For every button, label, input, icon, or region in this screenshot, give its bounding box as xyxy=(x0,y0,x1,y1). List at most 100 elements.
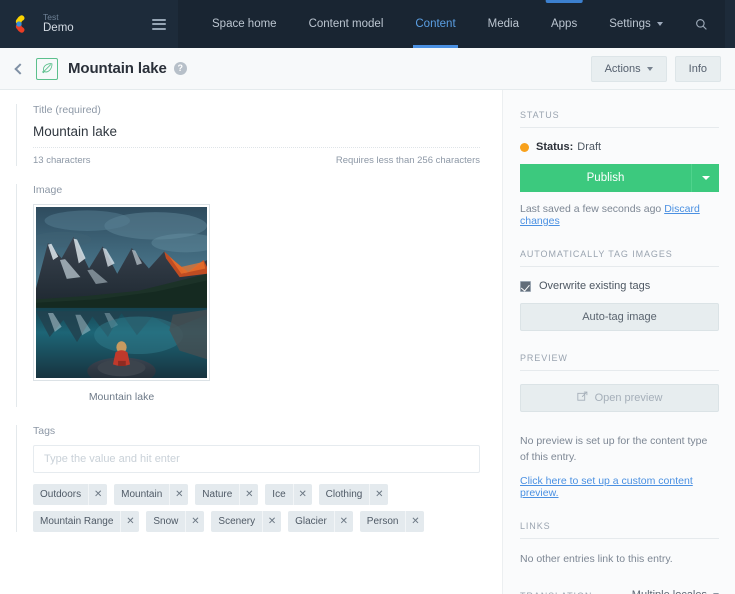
open-preview-button[interactable]: Open preview xyxy=(520,384,719,412)
close-icon[interactable]: ✕ xyxy=(169,484,188,505)
tag-chip[interactable]: Mountain ✕ xyxy=(114,484,189,505)
nav-item-content[interactable]: Content xyxy=(399,0,471,48)
field-image: Image Mountain lake xyxy=(16,184,480,407)
preview-note: No preview is set up for the content typ… xyxy=(520,435,708,463)
heading-label: PREVIEW xyxy=(520,353,568,363)
hamburger-menu-icon[interactable] xyxy=(152,18,166,30)
title-helper-row: 13 characters Requires less than 256 cha… xyxy=(33,155,480,166)
image-thumbnail-wrapper: Mountain lake xyxy=(33,204,480,407)
status-dot-icon xyxy=(520,142,529,152)
overwrite-tags-row[interactable]: Overwrite existing tags xyxy=(520,280,719,292)
heading-label: AUTOMATICALLY TAG IMAGES xyxy=(520,249,673,259)
open-preview-label: Open preview xyxy=(594,392,663,404)
tag-chip[interactable]: Glacier ✕ xyxy=(288,511,353,532)
chevron-down-icon xyxy=(701,176,710,180)
nav-label: Space home xyxy=(212,18,277,30)
tag-label: Ice xyxy=(272,489,286,500)
last-saved-row: Last saved a few seconds ago Discard cha… xyxy=(520,203,719,227)
sidebar-heading-preview: PREVIEW xyxy=(520,353,719,371)
nav-label: Apps xyxy=(550,18,578,30)
tag-chip[interactable]: Nature ✕ xyxy=(195,484,259,505)
field-tags: Tags Outdoors ✕ Mountain ✕ Nature ✕ Ice … xyxy=(16,425,480,532)
close-icon[interactable]: ✕ xyxy=(405,511,424,532)
tag-chip[interactable]: Clothing ✕ xyxy=(318,484,389,505)
tag-chip[interactable]: Outdoors ✕ xyxy=(33,484,108,505)
locales-selector-label: Multiple locales xyxy=(632,589,707,594)
nav-item-media[interactable]: Media xyxy=(472,0,535,48)
setup-preview-link[interactable]: Click here to set up a custom content pr… xyxy=(520,475,693,499)
nav-label: Media xyxy=(487,18,519,30)
sidebar-heading-links: LINKS xyxy=(520,521,719,539)
tag-label: Outdoors xyxy=(40,489,82,500)
close-icon[interactable]: ✕ xyxy=(333,511,353,532)
tag-chip[interactable]: Snow ✕ xyxy=(146,511,205,532)
chevron-down-icon xyxy=(646,66,653,71)
entry-editor-main: Title (required) Mountain lake 13 charac… xyxy=(0,90,502,594)
nav-item-apps[interactable]: ALPHA Apps xyxy=(535,0,593,48)
links-note: No other entries link to this entry. xyxy=(520,552,673,565)
field-title: Title (required) Mountain lake 13 charac… xyxy=(16,104,480,166)
question-mark-icon[interactable]: ? xyxy=(173,62,187,75)
status-value: Draft xyxy=(577,141,602,153)
tag-list: Outdoors ✕ Mountain ✕ Nature ✕ Ice ✕ Clo… xyxy=(33,484,480,532)
tag-chip[interactable]: Scenery ✕ xyxy=(211,511,282,532)
tag-label: Clothing xyxy=(325,489,363,500)
mountain-lake-photo[interactable] xyxy=(33,204,210,381)
search-icon[interactable] xyxy=(679,0,725,48)
heading-label: STATUS xyxy=(520,110,560,120)
sidebar-heading-status: STATUS xyxy=(520,110,719,128)
nav-label: Settings xyxy=(609,18,651,30)
locales-selector[interactable]: Multiple locales xyxy=(632,589,719,594)
publish-dropdown-button[interactable] xyxy=(691,164,719,192)
heading-label: LINKS xyxy=(520,520,551,531)
close-icon[interactable]: ✕ xyxy=(292,484,312,505)
tag-chip[interactable]: Person ✕ xyxy=(359,511,425,532)
close-icon[interactable]: ✕ xyxy=(239,484,258,505)
contentful-logo-icon xyxy=(14,14,34,34)
info-button[interactable]: Info xyxy=(674,55,721,82)
info-label: Info xyxy=(688,62,707,75)
actions-button[interactable]: Actions xyxy=(590,55,667,82)
nav-item-settings[interactable]: Settings xyxy=(593,0,679,48)
title-input[interactable]: Mountain lake xyxy=(33,124,480,148)
user-menu-button[interactable] xyxy=(724,0,735,48)
entry-sub-header: Mountain lake ? Actions Info xyxy=(0,48,735,90)
top-navigation-bar: Test Demo Space home Content model Conte… xyxy=(0,0,735,48)
tags-input[interactable] xyxy=(33,445,480,473)
entry-sidebar: STATUS Status: Draft Publish Last saved … xyxy=(502,90,735,594)
chevron-left-icon xyxy=(13,62,26,75)
character-hint: Requires less than 256 characters xyxy=(335,155,480,166)
external-link-icon xyxy=(576,391,588,405)
nav-item-content-model[interactable]: Content model xyxy=(293,0,400,48)
back-button[interactable] xyxy=(0,48,36,90)
tag-label: Scenery xyxy=(218,516,256,527)
alpha-badge: ALPHA xyxy=(545,0,583,3)
tag-label: Mountain xyxy=(121,489,163,500)
close-icon[interactable]: ✕ xyxy=(88,484,107,505)
page-title: Mountain lake xyxy=(68,60,167,77)
image-caption: Mountain lake xyxy=(88,391,155,403)
tag-chip[interactable]: Mountain Range ✕ xyxy=(33,511,140,532)
auto-tag-image-button[interactable]: Auto-tag image xyxy=(520,303,719,331)
feather-entry-icon xyxy=(36,57,58,80)
character-count: 13 characters xyxy=(33,155,91,166)
nav-item-space-home[interactable]: Space home xyxy=(196,0,293,48)
tag-label: Person xyxy=(366,516,399,527)
status-prefix: Status: xyxy=(536,141,574,153)
close-icon[interactable]: ✕ xyxy=(185,511,204,532)
publish-button[interactable]: Publish xyxy=(520,164,691,192)
close-icon[interactable]: ✕ xyxy=(262,511,281,532)
actions-label: Actions xyxy=(604,62,641,75)
close-icon[interactable]: ✕ xyxy=(120,511,139,532)
last-saved-text: Last saved a few seconds ago xyxy=(520,203,662,215)
overwrite-tags-checkbox[interactable] xyxy=(520,280,531,292)
overwrite-tags-label: Overwrite existing tags xyxy=(539,280,651,292)
nav-label: Content model xyxy=(308,18,384,30)
nav-label: Content xyxy=(415,18,456,30)
field-label-image: Image xyxy=(33,184,63,196)
tag-chip[interactable]: Ice ✕ xyxy=(265,484,312,505)
brand-text: Test Demo xyxy=(43,12,152,36)
close-icon[interactable]: ✕ xyxy=(369,484,388,505)
brand-space-switcher[interactable]: Test Demo xyxy=(0,0,178,48)
publish-button-group: Publish xyxy=(520,164,719,192)
